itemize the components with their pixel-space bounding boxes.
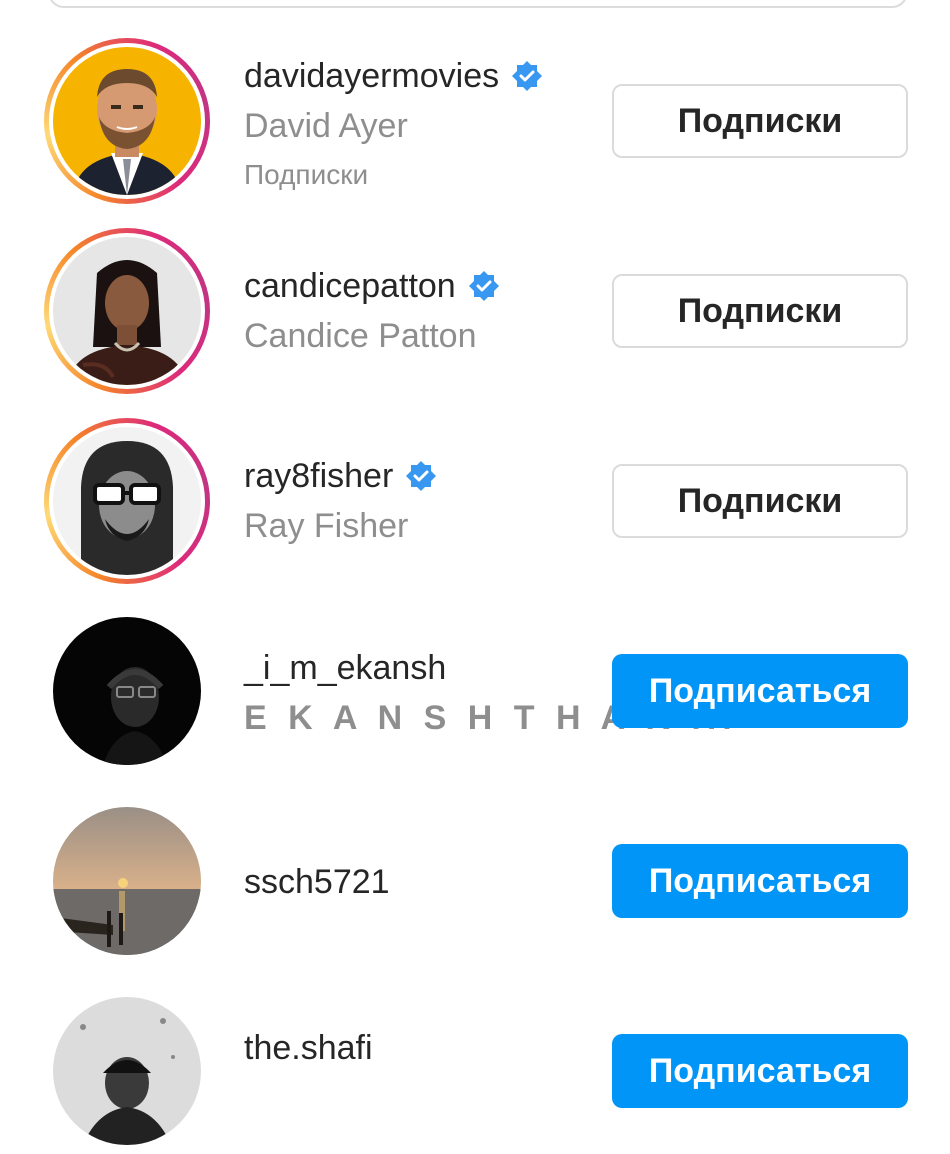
avatar[interactable] [53,617,201,765]
username[interactable]: ray8fisher [244,456,437,496]
avatar-wrap[interactable] [44,798,210,964]
username-text[interactable]: davidayermovies [244,56,499,96]
avatar[interactable] [53,237,201,385]
username-text[interactable]: _i_m_ekansh [244,648,446,688]
avatar[interactable] [53,997,201,1145]
story-ring[interactable] [44,228,210,394]
username[interactable]: the.shafi [244,1028,373,1068]
username-text[interactable]: ssch5721 [244,862,390,902]
full-name: Ray Fisher [244,507,409,545]
avatar-wrap[interactable] [44,608,210,774]
username[interactable]: davidayermovies [244,56,543,96]
full-name: David Ayer [244,107,408,145]
follow-button[interactable]: Подписаться [612,654,908,728]
list-item[interactable]: ray8fisher Ray Fisher Подписки [0,380,950,584]
username-text[interactable]: the.shafi [244,1028,373,1068]
avatar[interactable] [53,47,201,195]
list-item[interactable]: _i_m_ekansh E K A N S H T H A K ... Подп… [0,570,950,765]
list-item[interactable]: ssch5721 Подписаться [0,760,950,955]
verified-badge-icon [511,60,543,92]
follow-status-note: Подписки [244,159,369,190]
story-ring[interactable] [44,418,210,584]
list-item[interactable]: the.shafi Подписаться [0,950,950,1145]
username-text[interactable]: ray8fisher [244,456,393,496]
avatar-wrap[interactable] [44,988,210,1154]
full-name: Candice Patton [244,317,477,355]
username[interactable]: ssch5721 [244,862,390,902]
avatar[interactable] [53,807,201,955]
follow-button[interactable]: Подписаться [612,1034,908,1108]
following-button[interactable]: Подписки [612,274,908,348]
story-ring[interactable] [44,38,210,204]
verified-badge-icon [468,270,500,302]
username[interactable]: candicepatton [244,266,500,306]
following-button[interactable]: Подписки [612,84,908,158]
following-button[interactable]: Подписки [612,464,908,538]
list-item[interactable]: candicepatton Candice Patton Подписки [0,190,950,394]
avatar[interactable] [53,427,201,575]
follow-button[interactable]: Подписаться [612,844,908,918]
username-text[interactable]: candicepatton [244,266,456,306]
list-item[interactable]: davidayermovies David Ayer Подписки Подп… [0,0,950,204]
verified-badge-icon [405,460,437,492]
